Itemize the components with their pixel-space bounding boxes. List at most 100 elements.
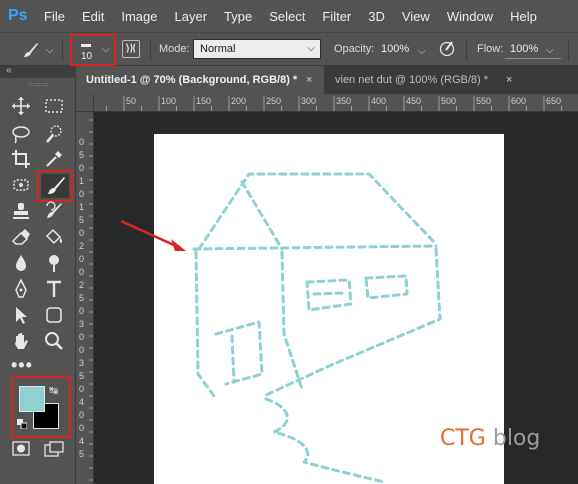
ruler-label: 0 <box>79 345 84 355</box>
ruler-label: 650 <box>546 96 561 106</box>
watermark-brand: CTG <box>440 426 486 451</box>
ruler-label: 450 <box>406 96 421 106</box>
hand-icon[interactable] <box>10 330 32 352</box>
menu-layer[interactable]: Layer <box>175 9 208 24</box>
zoom-icon[interactable] <box>43 330 65 352</box>
brush-panel-toggle-button[interactable] <box>122 40 140 58</box>
eraser-icon[interactable] <box>10 226 32 248</box>
mode-chevron-down-icon: ⌵ <box>307 43 315 54</box>
separator <box>62 39 63 61</box>
ruler-label: 3 <box>79 358 84 368</box>
photoshop-logo: Ps <box>8 7 28 24</box>
eave-stroke <box>192 244 438 251</box>
toolbox-header: « <box>0 65 76 78</box>
ruler-label: 5 <box>79 215 84 225</box>
mode-select[interactable]: Normal ⌵ <box>193 39 321 59</box>
history-brush-icon[interactable] <box>43 200 65 222</box>
ruler-label: 3 <box>79 319 84 329</box>
door-stroke <box>214 320 264 386</box>
rectangle-shape-icon[interactable] <box>43 304 65 326</box>
ruler-label: 100 <box>161 96 176 106</box>
menu-edit[interactable]: Edit <box>82 9 104 24</box>
menu-view[interactable]: View <box>402 9 430 24</box>
ruler-label: 1 <box>79 202 84 212</box>
red-arrow-annotation <box>120 219 186 251</box>
ruler-label: 200 <box>231 96 246 106</box>
ruler-label: 0 <box>79 410 84 420</box>
horizontal-ruler[interactable]: 50 100 150 200 250 300 350 400 450 500 550 600 650 <box>94 94 578 112</box>
ruler-label: 250 <box>266 96 281 106</box>
tool-preset-brush-icon[interactable] <box>22 41 40 59</box>
opacity-value[interactable]: 100% <box>381 43 409 55</box>
separator <box>150 39 151 61</box>
blur-icon[interactable] <box>10 252 32 274</box>
swap-colors-icon[interactable]: ↹ <box>49 384 58 397</box>
ruler-origin[interactable] <box>76 94 94 112</box>
preset-chevron-down-icon[interactable]: ⌵ <box>46 45 54 56</box>
tab-label: vien net dut @ 100% (RGB/8) * <box>335 74 489 86</box>
lasso-icon[interactable] <box>10 123 32 145</box>
crop-icon[interactable] <box>10 148 32 170</box>
quick-mask-icon[interactable] <box>12 441 30 456</box>
menu-help[interactable]: Help <box>510 9 537 24</box>
tab-close-icon[interactable]: × <box>506 66 512 94</box>
menu-bar: Ps File Edit Image Layer Type Select Fil… <box>0 0 578 32</box>
tab-vien-net-dut[interactable]: vien net dut @ 100% (RGB/8) * <box>325 66 515 94</box>
roof-stroke <box>197 172 436 251</box>
left-wall-stroke <box>194 250 216 398</box>
menu-file[interactable]: File <box>44 9 65 24</box>
watermark-logo: CTG blog <box>440 426 540 451</box>
ruler-label: 0 <box>79 163 84 173</box>
door-inner-stroke <box>230 334 236 384</box>
vertical-ruler[interactable]: 0 5 0 1 0 1 5 0 2 0 0 2 5 0 3 0 0 3 5 0 4 0 0 4 5 <box>76 112 94 484</box>
size-chevron-down-icon[interactable]: ⌵ <box>102 44 110 55</box>
opacity-chevron-down-icon[interactable]: ⌵ <box>418 46 426 57</box>
ruler-label: 400 <box>371 96 386 106</box>
tab-close-icon[interactable]: × <box>306 66 312 94</box>
screen-mode-icon[interactable] <box>44 441 64 457</box>
ruler-label: 300 <box>301 96 316 106</box>
clone-stamp-icon[interactable] <box>10 200 32 222</box>
menu-3d[interactable]: 3D <box>368 9 385 24</box>
dodge-icon[interactable] <box>43 252 65 274</box>
pen-icon[interactable] <box>10 278 32 300</box>
flow-field[interactable]: 100% ⌵ <box>505 39 561 59</box>
pressure-opacity-icon[interactable] <box>438 40 456 58</box>
menu-image[interactable]: Image <box>121 9 157 24</box>
move-tool-icon[interactable] <box>10 95 32 117</box>
ruler-label: 150 <box>196 96 211 106</box>
path-selection-icon[interactable] <box>10 304 32 326</box>
collapse-icon[interactable]: « <box>6 65 11 76</box>
brush-size-picker[interactable]: 10 ⌵ <box>70 34 116 66</box>
ruler-label: 500 <box>441 96 456 106</box>
paint-bucket-icon[interactable] <box>43 226 65 248</box>
ruler-label: 5 <box>79 150 84 160</box>
right-wall-stroke <box>262 247 442 398</box>
toolbox-grip[interactable] <box>28 83 48 86</box>
menu-window[interactable]: Window <box>447 9 493 24</box>
type-tool-icon[interactable] <box>43 278 65 300</box>
opacity-label: Opacity: <box>334 43 375 55</box>
ruler-label: 0 <box>79 384 84 394</box>
eyedropper-icon[interactable] <box>43 148 65 170</box>
tab-untitled-1[interactable]: Untitled-1 @ 70% (Background, RGB/8) * <box>76 66 324 94</box>
menu-filter[interactable]: Filter <box>322 9 351 24</box>
ruler-label: 0 <box>79 137 84 147</box>
spot-healing-icon[interactable] <box>10 174 32 196</box>
ruler-label: 50 <box>126 96 136 106</box>
quick-selection-icon[interactable] <box>43 123 65 145</box>
flow-chevron-down-icon: ⌵ <box>546 45 554 56</box>
menu-select[interactable]: Select <box>269 9 305 24</box>
watermark-word: blog <box>492 426 541 451</box>
ruler-label: 0 <box>79 267 84 277</box>
brush-icon[interactable] <box>45 175 67 197</box>
menu-type[interactable]: Type <box>224 9 252 24</box>
default-colors-icon[interactable] <box>17 418 28 430</box>
edit-toolbar-icon[interactable]: ••• <box>11 356 33 374</box>
ruler-label: 4 <box>79 436 84 446</box>
ruler-label: 0 <box>79 254 84 264</box>
ruler-label: 2 <box>79 241 84 251</box>
rectangular-marquee-icon[interactable] <box>43 95 65 117</box>
foreground-color-swatch[interactable] <box>19 386 45 412</box>
ruler-label: 4 <box>79 397 84 407</box>
